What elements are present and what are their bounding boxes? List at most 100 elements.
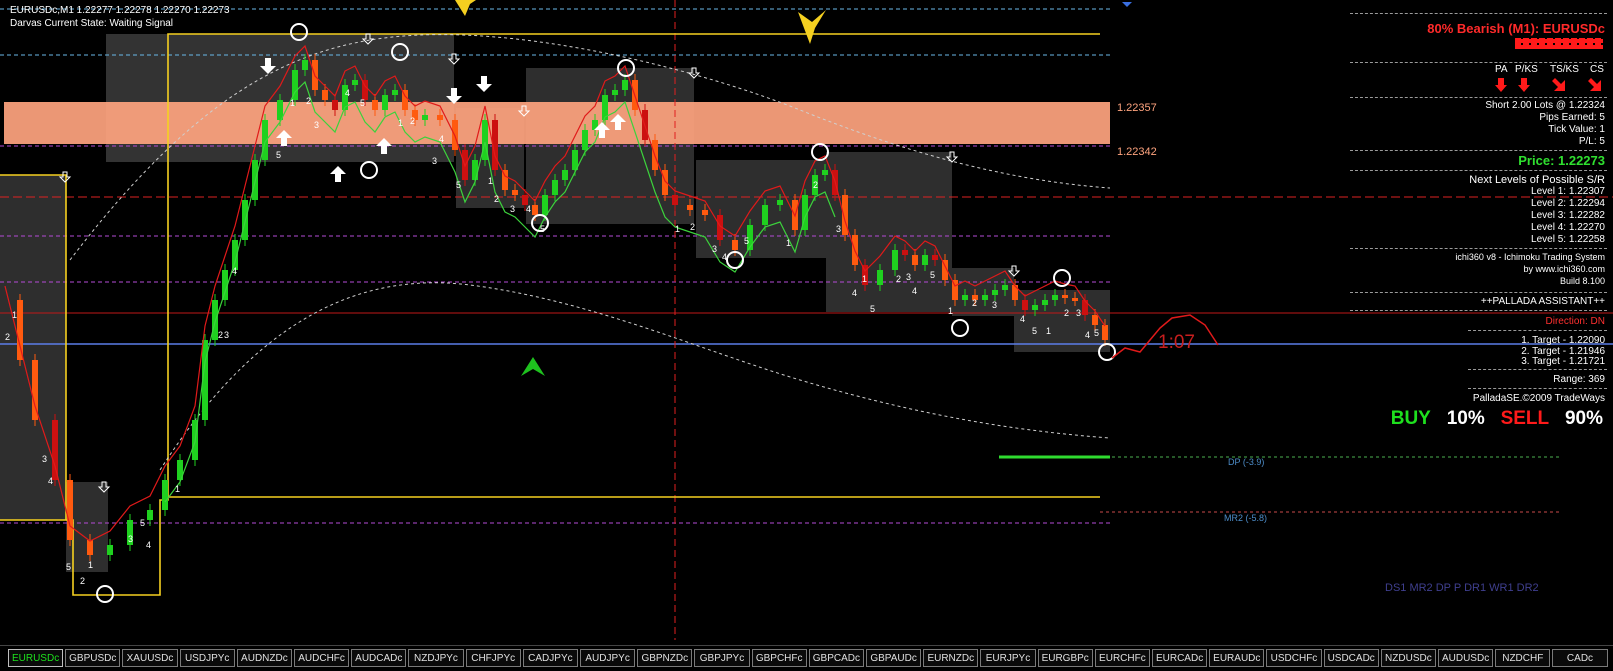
box-count-label: 4 [439,134,444,144]
up-arrow-icon [330,166,346,182]
symbol-tab[interactable]: USDJPYc [179,649,235,667]
symbol-tab[interactable]: EURJPYc [980,649,1036,667]
box-count-label: 1 [290,98,295,108]
box-count-label: 3 [1076,308,1081,318]
symbol-tab[interactable]: NZDUSDc [1380,649,1436,667]
symbol-tab[interactable]: XAUUSDc [122,649,178,667]
direction: Direction: DN [1545,316,1605,327]
down-right-arrow-icon [1588,78,1601,91]
blue-marker-icon [1122,2,1132,7]
yellow-arrow-icon [798,10,826,44]
price-label: 1.22357 [1117,102,1157,114]
candle [622,80,628,90]
green-arrow-icon [521,357,545,376]
sr-zone [4,102,1110,144]
box-count-label: 1 [786,238,791,248]
symbol-tab[interactable]: GBPCADc [808,649,864,667]
symbol-tab[interactable]: NZDCHF [1495,649,1551,667]
symbol-tab[interactable]: GBPUSDc [65,649,121,667]
symbol-header: EURUSDc,M1 1.22277 1.22278 1.22270 1.222… [10,5,230,16]
range: Range: 369 [1553,374,1605,385]
candle [922,255,928,265]
candle [612,90,618,95]
box-count-label: 2 [1064,308,1069,318]
symbol-tab[interactable]: EURAUDc [1209,649,1265,667]
candle [687,205,693,210]
symbol-tab[interactable]: GBPJPYc [694,649,750,667]
box-count-label: 3 [128,534,133,544]
symbol-tab[interactable]: USDCHFc [1266,649,1322,667]
candle [1012,285,1018,300]
symbol-tab[interactable]: USDCADc [1323,649,1379,667]
box-count-label: 2 [690,222,695,232]
candle [437,115,443,120]
candle [777,200,783,205]
box-count-label: 2 [5,332,10,342]
candle [87,540,93,555]
buy-label: BUY [1390,408,1431,429]
candle [1032,305,1038,310]
box-count-label: 2 [410,116,415,126]
candle [1022,300,1028,310]
candle [107,545,113,555]
box-count-label: 4 [232,266,237,276]
candle [582,130,588,150]
candle [1062,295,1068,298]
box-count-label: 2 [494,194,499,204]
box-count-label: 5 [360,98,365,108]
symbol-tab[interactable]: CHFJPYc [465,649,521,667]
symbol-tab[interactable]: GBPNZDc [637,649,693,667]
copyright: PalladaSE.©2009 TradeWays [1472,393,1605,404]
box-count-label: 1 [948,306,953,316]
symbol-tab[interactable]: EURCADc [1152,649,1208,667]
candle [892,250,898,270]
candle [322,90,328,100]
candle [982,295,988,300]
profit-loss: P/L: 5 [1578,136,1605,147]
symbol-tab[interactable]: EURUSDc [8,649,64,667]
darvas-state: Darvas Current State: Waiting Signal [10,18,174,29]
box-count-label: 3 [314,120,319,130]
symbol-tab[interactable]: AUDCADc [351,649,407,667]
box-count-label: 5 [456,180,461,190]
candle [52,420,58,480]
symbol-tab[interactable]: EURNZDc [923,649,979,667]
box-count-label: 3 [906,272,911,282]
symbol-tab[interactable]: EURGBPc [1037,649,1093,667]
symbol-tab[interactable]: AUDNZDc [236,649,292,667]
candle [302,60,308,70]
symbol-tab[interactable]: NZDJPYc [408,649,464,667]
box-count-label: 5 [870,304,875,314]
system-name: ichi360 v8 - Ichimoku Trading System [1455,252,1605,262]
symbol-tab[interactable]: AUDCHFc [294,649,350,667]
signal-header-cs: CS [1590,64,1604,75]
yellow-arrow-icon [455,0,476,16]
candle [147,510,153,520]
signal-arrows [1495,76,1605,94]
signal-header-pks: P/KS [1515,64,1538,75]
symbol-tab[interactable]: CADc [1552,649,1608,667]
swing-circle-icon [96,585,114,603]
box-count-label: 4 [345,88,350,98]
symbol-tab[interactable]: AUDUSDc [1438,649,1494,667]
box-count-label: 5 [744,236,749,246]
symbol-tab[interactable]: GBPAUDc [866,649,922,667]
current-price: Price: 1.22273 [1518,153,1605,168]
box-count-label: 1 [488,176,493,186]
symbol-tab[interactable]: AUDJPYc [580,649,636,667]
candle [1082,300,1088,315]
sr-title: Next Levels of Possible S/R [1469,174,1605,186]
candle [552,180,558,195]
sr-level: Level 5: 1.22258 [1531,234,1605,245]
candle [962,295,968,300]
symbol-tab[interactable]: GBPCHFc [751,649,807,667]
box-count-label: 5 [930,270,935,280]
box-count-label: 4 [1085,330,1090,340]
down-arrow-icon [476,76,492,92]
symbol-tab[interactable]: EURCHFc [1094,649,1150,667]
symbol-tab[interactable]: CADJPYc [522,649,578,667]
box-count-label: 4 [722,252,727,262]
box-count-label: 1 [175,484,180,494]
price-chart[interactable]: 1234512345123451234512345123451234512345… [0,0,1613,640]
box-count-label: 1 [88,560,93,570]
